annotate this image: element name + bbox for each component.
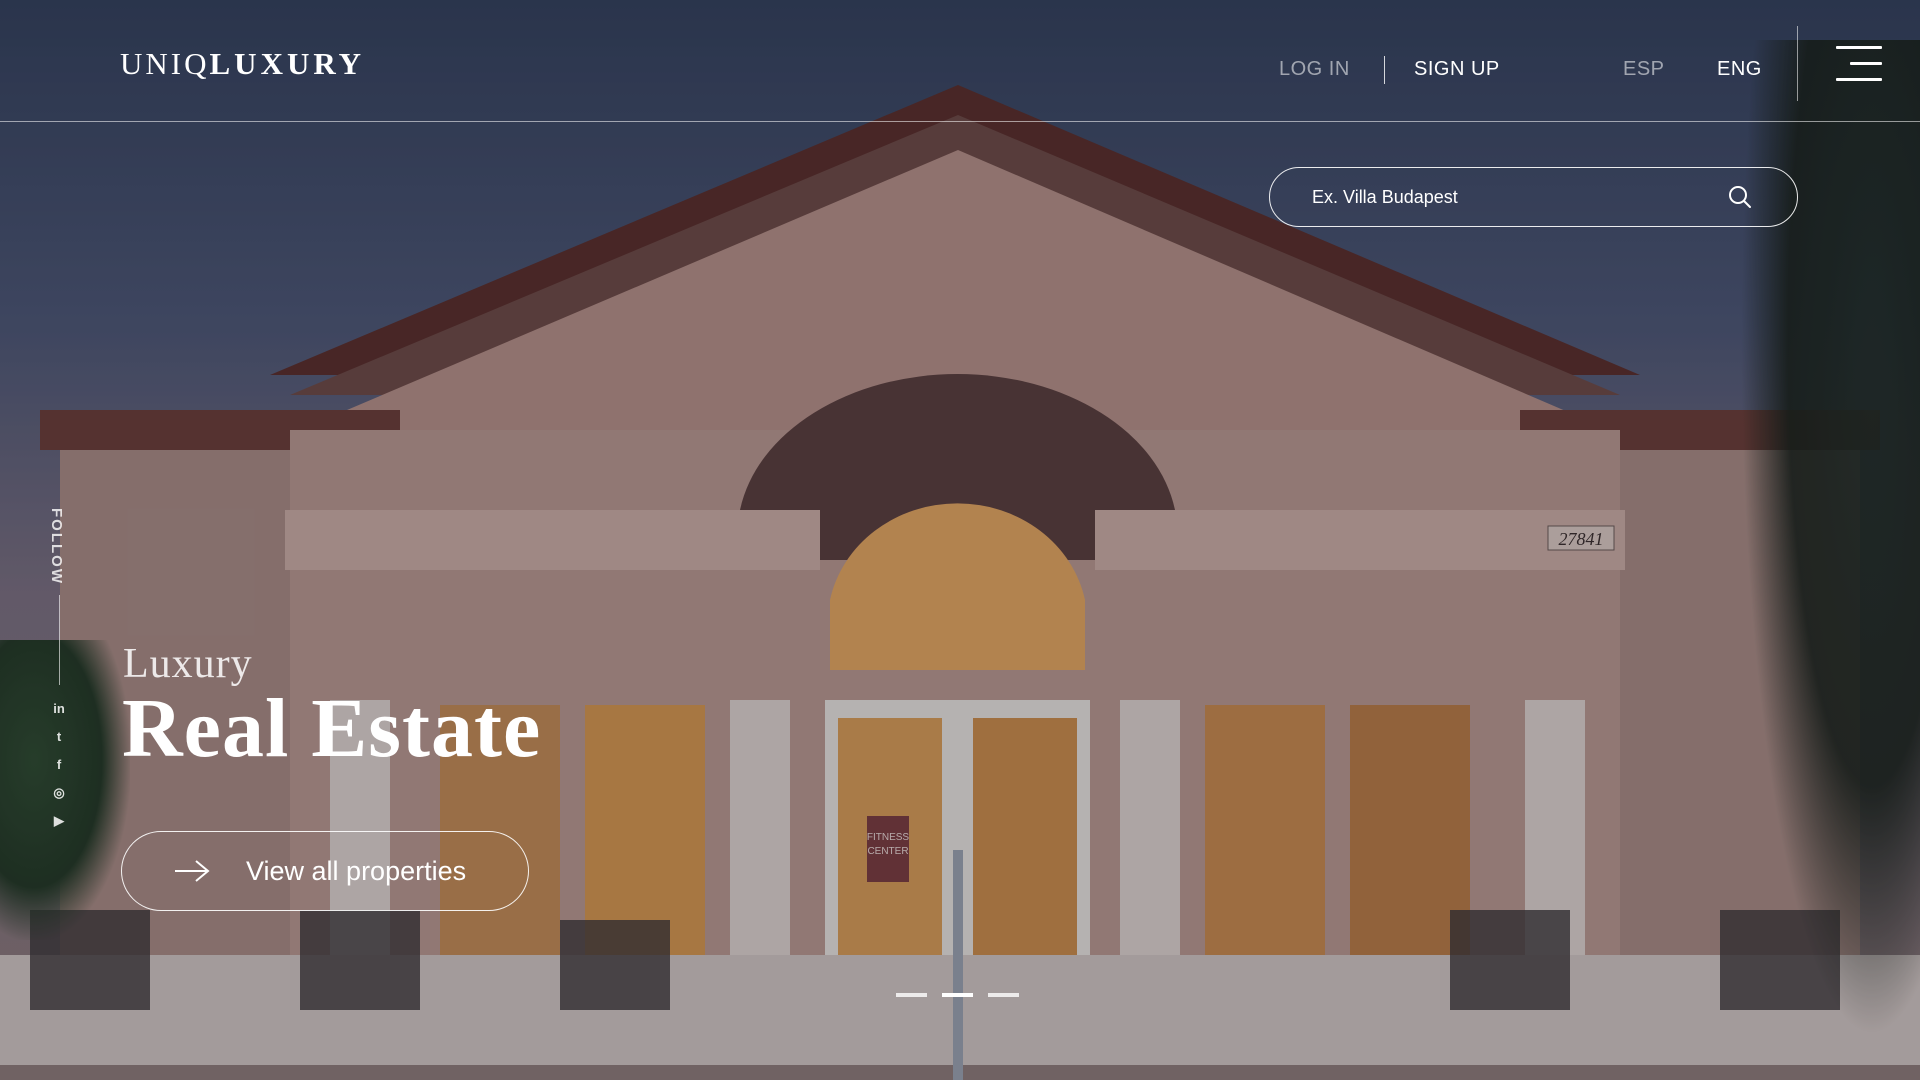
youtube-icon[interactable]: ▶: [50, 812, 68, 830]
search-icon[interactable]: [1727, 184, 1753, 210]
facebook-icon[interactable]: f: [50, 756, 68, 774]
instagram-icon[interactable]: ◎: [50, 784, 68, 802]
nav-divider: [1384, 56, 1385, 84]
logo-bold-text: LUXURY: [209, 46, 366, 81]
search-input[interactable]: [1312, 182, 1712, 212]
language-eng[interactable]: ENG: [1717, 58, 1762, 81]
twitter-icon[interactable]: t: [50, 728, 68, 746]
linkedin-icon[interactable]: in: [50, 700, 68, 718]
view-all-properties-button[interactable]: View all properties: [121, 831, 529, 911]
login-link[interactable]: LOG IN: [1279, 58, 1350, 81]
language-esp[interactable]: ESP: [1623, 58, 1665, 81]
follow-label: FOLLOW: [48, 508, 65, 585]
cta-label: View all properties: [246, 856, 467, 886]
slider-pagination: [896, 993, 1024, 999]
follow-sidebar: FOLLOW: [48, 508, 70, 588]
logo-thin-text: UNIQ: [120, 46, 210, 81]
hamburger-menu-icon[interactable]: [1836, 46, 1884, 82]
site-header: UNIQLUXURY LOG IN SIGN UP ESP ENG: [0, 0, 1920, 122]
hero-title: Real Estate: [122, 682, 542, 775]
search-bar: [1269, 167, 1798, 227]
slider-dot-3[interactable]: [988, 993, 1019, 997]
slider-dot-2[interactable]: [942, 993, 973, 997]
header-divider: [1797, 26, 1798, 101]
arrow-right-icon: [175, 860, 210, 882]
image-overlay: [0, 0, 1920, 1080]
signup-link[interactable]: SIGN UP: [1414, 58, 1500, 81]
logo[interactable]: UNIQLUXURY: [120, 46, 365, 82]
follow-line: [59, 595, 60, 685]
slider-dot-1[interactable]: [896, 993, 927, 997]
